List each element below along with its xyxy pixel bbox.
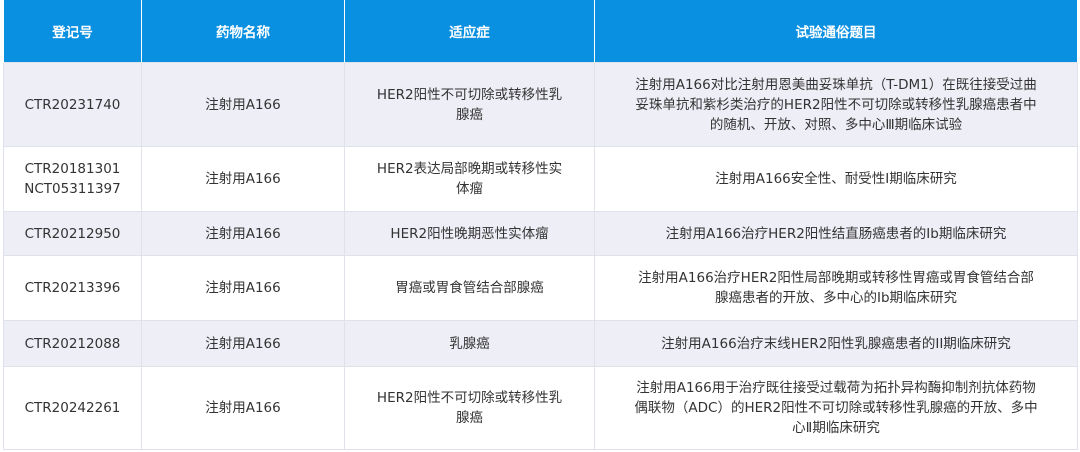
header-drug-name: 药物名称 <box>141 0 345 63</box>
cell-reg-no: CTR20212088 <box>3 320 142 367</box>
table-row: CTR20212950 注射用A166 HER2阳性晚期恶性实体瘤 注射用A16… <box>3 211 1078 256</box>
reg-no-text: CTR20212088 <box>24 335 121 352</box>
title-line: 注射用A166治疗末线HER2阳性乳腺癌患者的II期临床研究 <box>661 335 1011 352</box>
title-line: 妥珠单抗和紫杉类治疗的HER2阳性不可切除或转移性乳腺癌患者中 <box>635 96 1037 113</box>
cell-indication: 胃癌或胃食管结合部腺癌 <box>344 255 595 321</box>
table-row: CTR20213396 注射用A166 胃癌或胃食管结合部腺癌 注射用A166治… <box>3 255 1078 321</box>
table-row: CTR20231740 注射用A166 HER2阳性不可切除或转移性乳 腺癌 注… <box>3 62 1078 147</box>
reg-no-text: CTR20213396 <box>24 280 121 296</box>
indication-line: 腺癌 <box>456 410 483 426</box>
header-row: 登记号 药物名称 适应症 试验通俗题目 <box>3 0 1078 63</box>
cell-title: 注射用A166治疗HER2阳性结直肠癌患者的Ⅰb期临床研究 <box>594 211 1078 256</box>
cell-indication: HER2阳性不可切除或转移性乳 腺癌 <box>344 62 595 147</box>
title-line: 注射用A166用于治疗既往接受过载荷为拓扑异构酶抑制剂抗体药物 <box>636 380 1036 396</box>
table-row: CTR20181301 NCT05311397 注射用A166 HER2表达局部… <box>3 146 1078 212</box>
reg-no-text: CTR20242261 <box>24 400 121 416</box>
title-line: 的随机、开放、对照、多中心Ⅲ期临床试验 <box>709 116 963 133</box>
indication-line: HER2阳性晚期恶性实体瘤 <box>390 225 549 242</box>
header-reg-no: 登记号 <box>3 0 142 63</box>
cell-indication: 乳腺癌 <box>344 320 595 367</box>
reg-no-text: NCT05311397 <box>24 181 121 197</box>
title-line: 偶联物（ADC）的HER2阳性不可切除或转移性乳腺癌的开放、多中 <box>634 400 1038 416</box>
indication-line: 体瘤 <box>456 181 483 197</box>
cell-title: 注射用A166用于治疗既往接受过载荷为拓扑异构酶抑制剂抗体药物 偶联物（ADC）… <box>594 366 1078 450</box>
cell-reg-no: CTR20242261 <box>3 366 142 450</box>
cell-drug: 注射用A166 <box>141 62 345 147</box>
reg-no-text: CTR20231740 <box>24 96 121 113</box>
cell-drug: 注射用A166 <box>141 146 345 212</box>
indication-line: HER2阳性不可切除或转移性乳 <box>376 390 563 406</box>
cell-indication: HER2阳性不可切除或转移性乳 腺癌 <box>344 366 595 450</box>
title-line: 腺癌患者的开放、多中心的Ⅰb期临床研究 <box>714 290 958 306</box>
cell-drug: 注射用A166 <box>141 255 345 321</box>
table-row: CTR20242261 注射用A166 HER2阳性不可切除或转移性乳 腺癌 注… <box>3 366 1078 450</box>
cell-indication: HER2表达局部晚期或转移性实 体瘤 <box>344 146 595 212</box>
title-line: 注射用A166治疗HER2阳性结直肠癌患者的Ⅰb期临床研究 <box>665 225 1007 242</box>
cell-title: 注射用A166对比注射用恩美曲妥珠单抗（T-DM1）在既往接受过曲 妥珠单抗和紫… <box>594 62 1078 147</box>
trial-table-container: 登记号 药物名称 适应症 试验通俗题目 CTR20231740 注射用A166 … <box>3 0 1078 450</box>
reg-no-text: CTR20181301 <box>24 161 121 177</box>
header-indication: 适应症 <box>344 0 595 63</box>
cell-reg-no: CTR20231740 <box>3 62 142 147</box>
title-line: 心Ⅱ期临床研究 <box>792 420 880 436</box>
clinical-trial-table: 登记号 药物名称 适应症 试验通俗题目 CTR20231740 注射用A166 … <box>3 0 1078 450</box>
cell-reg-no: CTR20181301 NCT05311397 <box>3 146 142 212</box>
title-line: 注射用A166治疗HER2阳性局部晚期或转移性胃癌或胃食管结合部 <box>638 270 1034 286</box>
indication-line: 乳腺癌 <box>449 335 490 352</box>
indication-line: 腺癌 <box>456 106 483 123</box>
cell-drug: 注射用A166 <box>141 211 345 256</box>
table-header: 登记号 药物名称 适应症 试验通俗题目 <box>3 0 1078 63</box>
title-line: 注射用A166安全性、耐受性Ⅰ期临床研究 <box>715 171 957 187</box>
table-body: CTR20231740 注射用A166 HER2阳性不可切除或转移性乳 腺癌 注… <box>3 62 1078 450</box>
cell-drug: 注射用A166 <box>141 320 345 367</box>
indication-line: HER2阳性不可切除或转移性乳 <box>376 86 563 103</box>
cell-reg-no: CTR20213396 <box>3 255 142 321</box>
cell-drug: 注射用A166 <box>141 366 345 450</box>
cell-title: 注射用A166治疗末线HER2阳性乳腺癌患者的II期临床研究 <box>594 320 1078 367</box>
indication-line: 胃癌或胃食管结合部腺癌 <box>395 280 544 296</box>
cell-title: 注射用A166治疗HER2阳性局部晚期或转移性胃癌或胃食管结合部 腺癌患者的开放… <box>594 255 1078 321</box>
indication-line: HER2表达局部晚期或转移性实 <box>376 161 563 177</box>
cell-title: 注射用A166安全性、耐受性Ⅰ期临床研究 <box>594 146 1078 212</box>
cell-indication: HER2阳性晚期恶性实体瘤 <box>344 211 595 256</box>
header-trial-title: 试验通俗题目 <box>594 0 1078 63</box>
cell-reg-no: CTR20212950 <box>3 211 142 256</box>
title-line: 注射用A166对比注射用恩美曲妥珠单抗（T-DM1）在既往接受过曲 <box>635 76 1037 93</box>
table-row: CTR20212088 注射用A166 乳腺癌 注射用A166治疗末线HER2阳… <box>3 320 1078 367</box>
reg-no-text: CTR20212950 <box>24 225 121 242</box>
